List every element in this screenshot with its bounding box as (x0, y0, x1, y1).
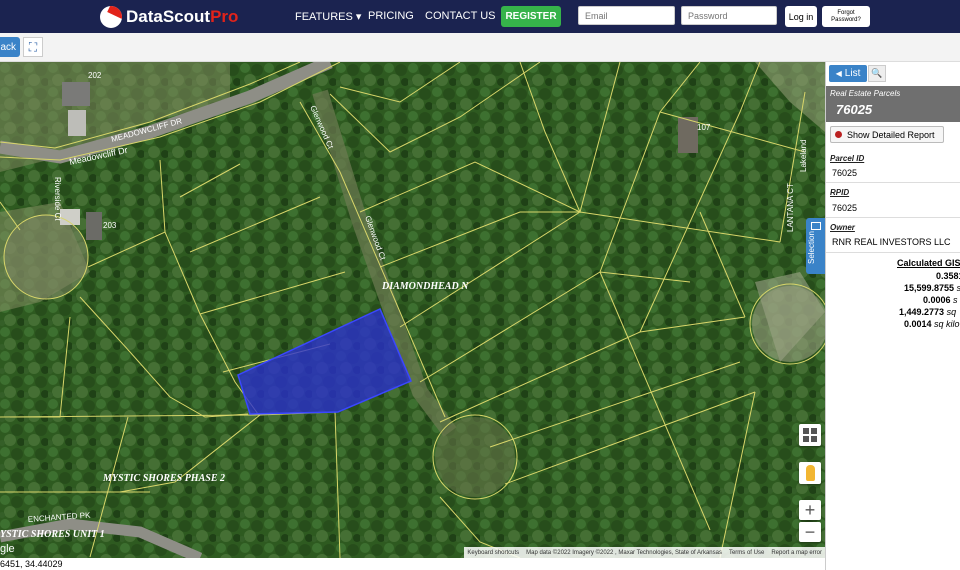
panel-header-id: 76025 (836, 102, 873, 117)
top-navbar: DataScout Pro FEATURES ▾ PRICING CONTACT … (0, 0, 960, 33)
zoom-out-button[interactable]: − (799, 522, 821, 542)
map-toolbar: ack ⛶ (0, 33, 960, 62)
parcel-id-label: Parcel ID (830, 154, 865, 163)
forgot-label-line2: Password? (831, 16, 861, 23)
selection-tab[interactable]: Selection (806, 218, 825, 274)
rpid-value: 76025 (832, 203, 858, 213)
panel-header: Real Estate Parcels 76025 (826, 86, 960, 122)
forgot-label-line1: Forgot (837, 9, 855, 16)
selection-tab-label: Selection (807, 231, 816, 264)
gis-unit: sq (946, 307, 957, 317)
map-type-button[interactable] (799, 424, 821, 446)
parcel-info-panel: ◀ List 🔍 Real Estate Parcels 76025 Show D… (825, 62, 960, 570)
house-roof (62, 82, 90, 106)
logo-mark-icon (100, 6, 122, 28)
report-icon (835, 131, 842, 138)
street-label-lantana: LANTANA CT (786, 183, 795, 232)
gis-unit: s (953, 295, 958, 305)
gis-value: 15,599.8755 (904, 283, 955, 293)
report-button-label: Show Detailed Report (847, 129, 935, 140)
owner-label: Owner (830, 223, 855, 232)
cursor-coordinates: 6451, 34.44029 (0, 558, 825, 570)
expand-icon[interactable]: ⛶ (23, 37, 43, 57)
house-roof (68, 110, 86, 136)
map-attribution: Keyboard shortcuts Map data ©2022 Imager… (464, 547, 825, 558)
logo-text: DataScout (126, 7, 211, 26)
street-label-lakeland: Lakeland (799, 140, 808, 172)
email-field[interactable] (578, 6, 675, 25)
address-label-202: 202 (88, 71, 102, 80)
map-canvas[interactable]: Meadowcliff Dr MEADOWCLIFF DR Glenwood C… (0, 62, 825, 558)
gis-row-0: 0.3581 (936, 271, 960, 281)
nav-features[interactable]: FEATURES ▾ (295, 10, 361, 23)
subdivision-label-mystic-1: YSTIC SHORES UNIT 1 (0, 529, 105, 540)
street-label-riverside: Riverside Ct (53, 177, 62, 221)
list-button[interactable]: ◀ List (829, 65, 867, 82)
divider (826, 252, 960, 253)
keyboard-shortcuts-link[interactable]: Keyboard shortcuts (467, 550, 519, 556)
google-logo-fragment: gle (0, 543, 15, 555)
pegman-icon (805, 465, 815, 481)
address-label-107: 107 (697, 123, 711, 132)
rpid-label: RPID (830, 188, 850, 197)
street-view-button[interactable] (799, 462, 821, 484)
cul-de-sac-lantana (752, 286, 825, 362)
terms-link[interactable]: Terms of Use (729, 550, 764, 556)
panel-header-label: Real Estate Parcels (830, 89, 901, 98)
gis-row-1: 15,599.8755 s (904, 283, 960, 293)
house-roof (86, 212, 102, 240)
show-detailed-report-button[interactable]: Show Detailed Report (830, 126, 944, 143)
cul-de-sac-glenwood (435, 417, 515, 497)
subdivision-label-mystic-2: MYSTIC SHORES PHASE 2 (102, 473, 225, 484)
gis-unit: sq kilo (934, 319, 960, 329)
gis-unit: s (957, 283, 960, 293)
login-button[interactable]: Log in (785, 6, 817, 27)
gis-value: 0.3581 (936, 271, 960, 281)
owner-value: RNR REAL INVESTORS LLC (832, 237, 951, 247)
zoom-in-button[interactable]: + (799, 500, 821, 520)
logo-text-accent: Pro (210, 7, 239, 26)
report-error-link[interactable]: Report a map error (771, 550, 822, 556)
subdivision-label-diamondhead: DIAMONDHEAD N (381, 281, 469, 292)
gis-value: 0.0014 (904, 319, 932, 329)
address-label-203: 203 (103, 221, 117, 230)
back-button[interactable]: ack (0, 37, 20, 57)
list-button-label: List (844, 68, 861, 79)
nav-contact[interactable]: CONTACT US (425, 10, 496, 22)
map-data-credit: Map data ©2022 Imagery ©2022 , Maxar Tec… (526, 549, 722, 556)
gis-row-4: 0.0014 sq kilo (904, 319, 960, 329)
house-roof (678, 117, 698, 153)
gis-row-3: 1,449.2773 sq (899, 307, 956, 317)
nav-pricing[interactable]: PRICING (368, 10, 414, 22)
map-view[interactable]: Meadowcliff Dr MEADOWCLIFF DR Glenwood C… (0, 62, 825, 558)
selection-icon (811, 222, 821, 230)
gis-value: 1,449.2773 (899, 307, 945, 317)
register-button[interactable]: REGISTER (501, 6, 561, 27)
grid-icon (803, 428, 817, 442)
password-field[interactable] (681, 6, 777, 25)
divider (826, 182, 960, 183)
gis-value: 0.0006 (923, 295, 951, 305)
forgot-password-button[interactable]: Forgot Password? (822, 6, 870, 27)
divider (826, 217, 960, 218)
logo[interactable]: DataScout Pro (100, 5, 238, 29)
calculated-gis-title: Calculated GIS (897, 258, 960, 268)
list-icon: ◀ (835, 69, 842, 78)
magnifier-icon[interactable]: 🔍 (868, 65, 886, 82)
parcel-id-value: 76025 (832, 168, 858, 178)
gis-row-2: 0.0006 s (923, 295, 958, 305)
